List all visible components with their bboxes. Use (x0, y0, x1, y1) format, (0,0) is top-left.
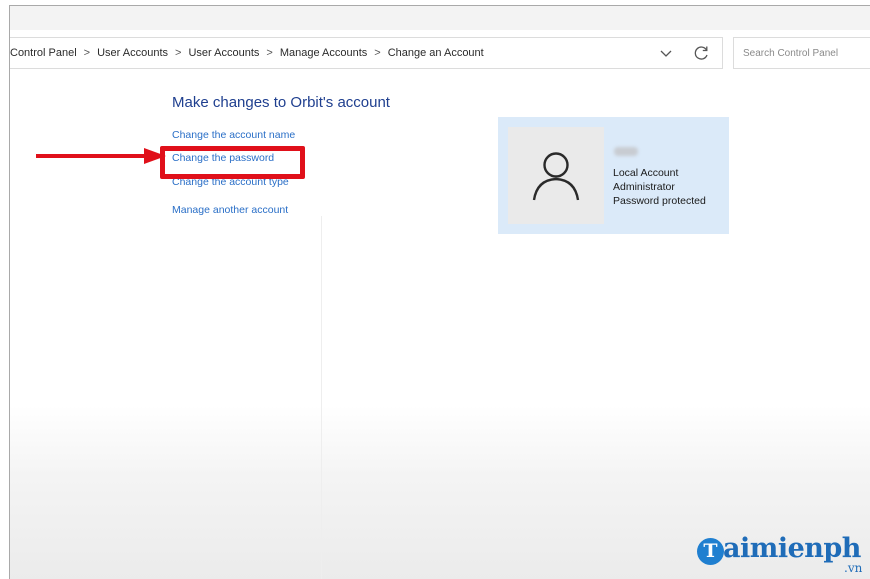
search-input[interactable]: Search Control Panel (733, 37, 870, 69)
red-arrow-icon (36, 148, 166, 164)
account-role-label: Administrator (613, 181, 675, 193)
breadcrumb-user-accounts[interactable]: User Accounts (97, 47, 168, 59)
account-password-status: Password protected (613, 195, 706, 207)
control-panel-window: Control Panel > User Accounts > User Acc… (9, 5, 870, 579)
breadcrumb-separator[interactable]: > (374, 47, 380, 59)
breadcrumb-user-accounts-2[interactable]: User Accounts (188, 47, 259, 59)
breadcrumb-control-panel[interactable]: Control Panel (10, 47, 77, 59)
title-strip (10, 6, 870, 30)
user-icon (532, 151, 580, 200)
password-highlight-box (160, 146, 305, 179)
breadcrumb-manage-accounts[interactable]: Manage Accounts (280, 47, 367, 59)
pane-divider (321, 216, 322, 579)
watermark-logo: T aimienph .vn (697, 533, 870, 579)
manage-another-account-link[interactable]: Manage another account (172, 204, 288, 216)
address-bar[interactable]: Control Panel > User Accounts > User Acc… (10, 37, 723, 69)
account-type-label: Local Account (613, 167, 679, 179)
account-card: Local Account Administrator Password pro… (498, 117, 729, 234)
watermark-text: aimienph (723, 533, 861, 564)
page-title: Make changes to Orbit's account (172, 94, 390, 111)
search-placeholder: Search Control Panel (743, 47, 839, 59)
breadcrumb-separator[interactable]: > (175, 47, 181, 59)
breadcrumb-separator[interactable]: > (84, 47, 90, 59)
account-name-redacted (614, 147, 638, 156)
avatar (508, 127, 604, 224)
breadcrumb-separator[interactable]: > (266, 47, 272, 59)
refresh-icon[interactable] (693, 44, 711, 62)
watermark-suffix: .vn (844, 561, 863, 575)
watermark-icon: T (697, 538, 724, 565)
chevron-down-icon[interactable] (658, 45, 674, 61)
change-account-name-link[interactable]: Change the account name (172, 129, 295, 141)
breadcrumb-change-an-account[interactable]: Change an Account (388, 47, 484, 59)
